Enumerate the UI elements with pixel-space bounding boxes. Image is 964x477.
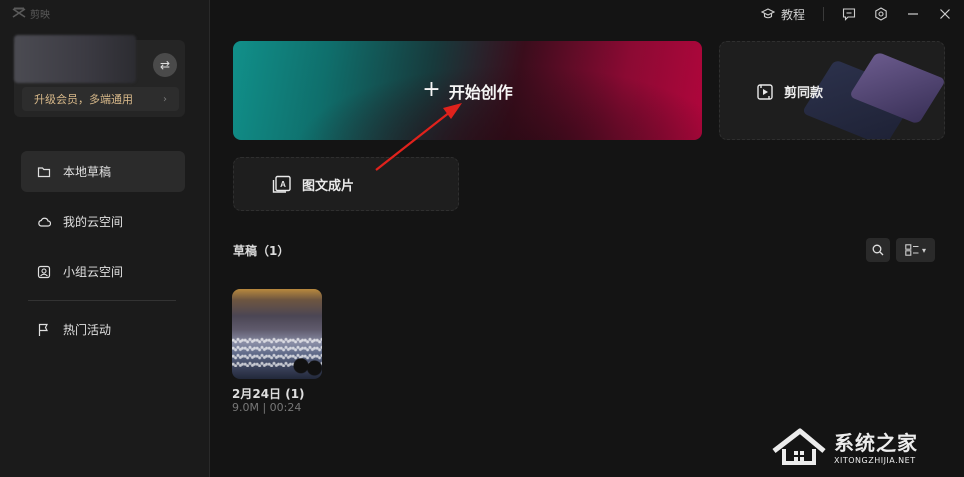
site-watermark: 系统之家 XITONGZHIJIA.NET [770,418,960,474]
sidebar-item-group-cloud[interactable]: 小组云空间 [21,251,185,292]
watermark-house-logo [772,428,826,465]
template-play-icon [757,83,773,100]
chevron-right-icon: › [163,93,167,105]
search-icon [872,244,884,256]
sidebar-item-my-cloud[interactable]: 我的云空间 [21,201,185,242]
grid-view-icon [905,244,919,256]
feedback-icon [842,8,856,21]
tutorial-button[interactable]: 教程 [760,6,805,23]
sidebar-item-hot-events[interactable]: 热门活动 [21,309,185,350]
chevron-down-icon: ▾ [921,245,926,255]
close-button[interactable] [938,7,952,21]
text-to-video-button[interactable]: A 图文成片 [233,157,459,211]
sidebar-item-label: 本地草稿 [63,165,112,179]
sidebar-item-label: 小组云空间 [63,265,124,279]
user-card: ⇄ 升级会员，多端通用 › [14,35,185,117]
switch-account-button[interactable]: ⇄ [153,53,177,77]
app-name: 剪映 [30,9,50,21]
topbar-divider [823,7,824,21]
watermark-text: 系统之家 XITONGZHIJIA.NET [834,427,918,465]
minimize-icon [908,13,918,15]
search-button[interactable] [866,238,890,262]
template-button[interactable]: 剪同款 [719,41,945,140]
close-icon [940,9,950,19]
gear-icon [875,7,887,21]
sidebar-divider [28,300,176,301]
app-logo: 剪映 [12,6,50,21]
drafts-title: 草稿（1） [233,244,290,258]
settings-button[interactable] [874,7,888,21]
template-label-group: 剪同款 [756,82,823,101]
flag-icon [38,323,48,336]
switch-icon: ⇄ [159,58,171,72]
cloud-icon [38,217,51,227]
draft-meta: 9.0M | 00:24 [232,401,302,414]
title-bar: 教程 [744,0,964,28]
thumbnail-image-detail [292,357,322,379]
draft-thumbnail[interactable] [232,289,322,379]
upgrade-label: 升级会员，多端通用 [34,93,133,106]
sidebar-item-label: 我的云空间 [63,215,124,229]
watermark-sub: XITONGZHIJIA.NET [834,456,916,465]
template-label: 剪同款 [784,86,824,101]
group-cloud-icon [37,265,51,278]
start-creation-button[interactable]: + 开始创作 [233,41,702,140]
text-to-video-label: 图文成片 [302,178,355,194]
avatar[interactable] [14,35,136,83]
capcut-logo-icon [12,7,26,18]
feedback-button[interactable] [842,7,856,21]
upgrade-vip-button[interactable]: 升级会员，多端通用 › [22,87,179,111]
minimize-button[interactable] [906,7,920,21]
graduation-cap-icon [760,8,775,19]
tutorial-label: 教程 [780,7,805,22]
start-creation-label: 开始创作 [448,82,513,102]
watermark-main: 系统之家 [834,431,918,455]
plus-icon: + [422,77,441,102]
text-image-icon: A [272,175,291,193]
sidebar: 剪映 ⇄ 升级会员，多端通用 › 本地草稿 我的云空间 小组云空间 热门活动 [0,0,210,477]
view-toggle-button[interactable]: ▾ [896,238,935,262]
draft-name[interactable]: 2月24日 (1) [232,385,305,402]
folder-icon [37,166,51,177]
sidebar-item-label: 热门活动 [63,323,112,337]
svg-text:A: A [280,180,286,189]
sidebar-item-local-drafts[interactable]: 本地草稿 [21,151,185,192]
